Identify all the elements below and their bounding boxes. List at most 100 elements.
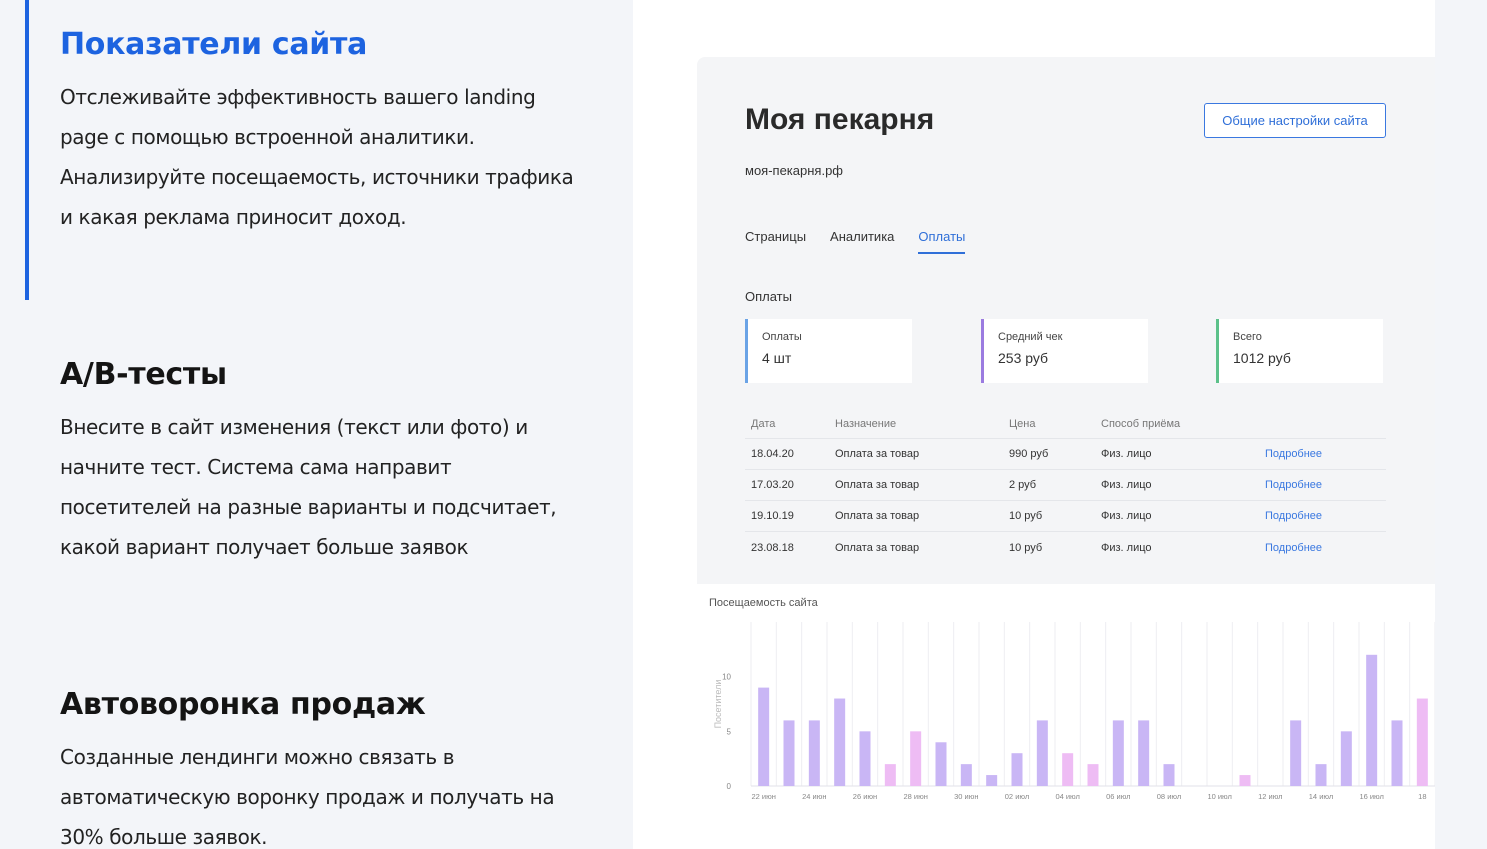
cell-purpose: Оплата за товар	[835, 448, 920, 460]
cell-purpose: Оплата за товар	[835, 541, 920, 554]
chart-bar	[1340, 731, 1352, 786]
chart-bar	[783, 720, 795, 786]
x-tick-label: 12 июл	[1258, 792, 1282, 801]
feature-ab-tests[interactable]: A/B-тесты Внесите в сайт изменения (текс…	[60, 356, 580, 567]
dashboard-tabs: Страницы Аналитика Оплаты	[745, 229, 989, 254]
y-tick-label: 10	[722, 673, 731, 682]
tab-analytics[interactable]: Аналитика	[830, 229, 894, 254]
details-link[interactable]: Подробнее	[1259, 448, 1379, 460]
details-link[interactable]: Подробнее	[1259, 542, 1379, 554]
feature-site-metrics: Показатели сайта Отслеживайте эффективно…	[60, 26, 580, 237]
chart-bar	[808, 720, 820, 786]
feature-title[interactable]: A/B-тесты	[60, 356, 580, 394]
cell-purpose: Оплата за товар	[835, 479, 920, 491]
cell-purpose: Оплата за товар	[835, 510, 920, 522]
table-row: 19.10.19 Оплата за товар 10 руб Физ. лиц…	[745, 501, 1386, 532]
stat-value: 253 руб	[998, 350, 1049, 366]
feature-sales-funnel[interactable]: Автоворонка продаж Созданные лендинги мо…	[60, 686, 580, 849]
chart-bar	[1036, 720, 1048, 786]
details-link[interactable]: Подробнее	[1259, 479, 1379, 491]
chart-bar	[1391, 720, 1403, 786]
chart-bar	[1416, 698, 1428, 786]
table-header: Дата Назначение Цена Способ приёма	[745, 409, 1386, 439]
chart-bar	[859, 731, 871, 786]
table-row: 18.04.20 Оплата за товар 990 руб Физ. ли…	[745, 439, 1386, 470]
column-header-date: Дата	[751, 417, 776, 430]
features-column: Показатели сайта Отслеживайте эффективно…	[0, 0, 633, 849]
stat-label: Всего	[1233, 331, 1262, 343]
x-tick-label: 16 июл	[1359, 792, 1383, 801]
chart-bar	[1062, 753, 1074, 786]
section-label: Оплаты	[745, 289, 792, 304]
chart-bar	[834, 698, 846, 786]
chart-bar	[1138, 720, 1150, 786]
y-tick-label: 0	[727, 782, 732, 791]
y-axis-label: Посетители	[713, 680, 723, 729]
table-row: 23.08.18 Оплата за товар 10 руб Физ. лиц…	[745, 532, 1386, 563]
y-tick-label: 5	[727, 727, 732, 736]
stat-label: Средний чек	[998, 331, 1063, 343]
cell-price: 990 руб	[1009, 448, 1049, 460]
cell-method: Физ. лицо	[1101, 510, 1152, 522]
tab-payments[interactable]: Оплаты	[918, 229, 966, 254]
chart-bar	[758, 687, 770, 786]
stat-card-average-check: Средний чек 253 руб	[981, 319, 1148, 383]
x-tick-label: 04 июл	[1055, 792, 1079, 801]
chart-bar	[1011, 753, 1023, 786]
table-row: 17.03.20 Оплата за товар 2 руб Физ. лицо…	[745, 470, 1386, 501]
chart-bar	[1112, 720, 1124, 786]
chart-bar	[935, 742, 947, 786]
cell-date: 17.03.20	[751, 479, 794, 491]
chart-bar	[884, 764, 896, 786]
chart-bar	[960, 764, 972, 786]
site-url: моя-пекарня.рф	[745, 163, 843, 178]
cell-date: 23.08.18	[751, 541, 794, 554]
x-tick-label: 02 июл	[1005, 792, 1029, 801]
cell-method: Физ. лицо	[1101, 541, 1152, 554]
tab-pages[interactable]: Страницы	[745, 229, 806, 254]
chart-bar	[910, 731, 922, 786]
cell-date: 19.10.19	[751, 510, 794, 522]
stat-label: Оплаты	[762, 331, 802, 343]
chart-bar	[986, 775, 998, 786]
feature-description: Отслеживайте эффективность вашего landin…	[60, 85, 574, 229]
chart-bar	[1239, 775, 1251, 786]
cell-price: 2 руб	[1009, 479, 1037, 491]
stat-value: 1012 руб	[1233, 350, 1291, 366]
chart-title: Посещаемость сайта	[709, 597, 818, 609]
x-tick-label: 28 июн	[903, 792, 927, 801]
cell-date: 18.04.20	[751, 448, 794, 460]
feature-title[interactable]: Автоворонка продаж	[60, 686, 580, 724]
x-tick-label: 22 июн	[751, 792, 775, 801]
stat-card-payments: Оплаты 4 шт	[745, 319, 912, 383]
dashboard-screenshot: Моя пекарня моя-пекарня.рф Общие настрой…	[697, 57, 1435, 584]
x-tick-label: 08 июл	[1157, 792, 1181, 801]
feature-description: Созданные лендинги можно связать в автом…	[60, 745, 555, 849]
x-tick-label: 26 июн	[853, 792, 877, 801]
chart-bar	[1290, 720, 1302, 786]
stat-value: 4 шт	[762, 350, 792, 366]
visits-chart: 0 5 10Посетители 22 июн 24 июн 26 июн 28 июн 30…	[713, 622, 1435, 801]
site-title: Моя пекарня	[745, 103, 935, 136]
cell-method: Физ. лицо	[1101, 479, 1152, 491]
feature-description: Внесите в сайт изменения (текст или фото…	[60, 415, 557, 559]
chart-bar	[1315, 764, 1327, 786]
active-feature-indicator	[25, 0, 29, 300]
cell-price: 10 руб	[1009, 541, 1043, 554]
payments-table: Дата Назначение Цена Способ приёма 18.04…	[745, 409, 1386, 563]
chart-bar	[1366, 654, 1378, 786]
x-tick-label: 30 июн	[954, 792, 978, 801]
cell-method: Физ. лицо	[1101, 448, 1152, 460]
x-tick-label: 18	[1418, 792, 1426, 801]
x-tick-label: 10 июл	[1207, 792, 1231, 801]
x-tick-label: 06 июл	[1106, 792, 1130, 801]
cell-price: 10 руб	[1009, 510, 1043, 522]
stat-card-total: Всего 1012 руб	[1216, 319, 1383, 383]
details-link[interactable]: Подробнее	[1259, 510, 1379, 522]
feature-title: Показатели сайта	[60, 27, 368, 62]
column-header-purpose: Назначение	[835, 417, 897, 430]
column-header-method: Способ приёма	[1101, 417, 1181, 430]
chart-bar	[1163, 764, 1175, 786]
dashboard-preview: Моя пекарня моя-пекарня.рф Общие настрой…	[633, 0, 1435, 849]
site-settings-button[interactable]: Общие настройки сайта	[1204, 103, 1386, 138]
